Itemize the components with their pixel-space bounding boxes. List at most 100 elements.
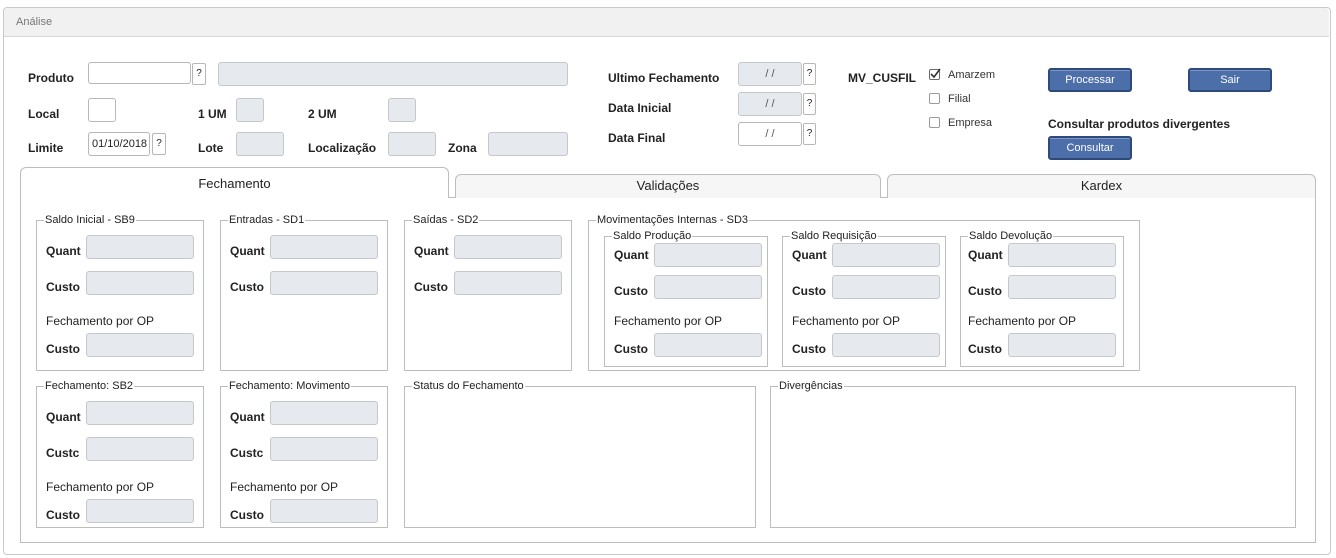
custo-label: Custo <box>46 342 80 356</box>
produto-description-field <box>218 62 568 86</box>
saidas-legend: Saídas - SD2 <box>412 214 480 226</box>
empresa-checkbox[interactable] <box>929 117 940 128</box>
fechamento-op-label: Fechamento por OP <box>968 314 1077 328</box>
um2-label: 2 UM <box>308 107 337 121</box>
um1-field <box>236 98 264 122</box>
tab-kardex[interactable]: Kardex <box>887 174 1316 198</box>
status-fechamento-legend: Status do Fechamento <box>412 380 525 392</box>
saldo-producao-custo-field <box>654 275 762 299</box>
data-final-lookup-button[interactable]: ? <box>803 123 816 145</box>
entradas-legend: Entradas - SD1 <box>228 214 306 226</box>
zona-label: Zona <box>448 141 477 155</box>
fechamento-op-label: Fechamento por OP <box>614 314 723 328</box>
saldo-requisicao-custo-op-field <box>832 333 940 357</box>
entradas-quant-field <box>270 235 378 259</box>
ultimo-fechamento-label: Ultimo Fechamento <box>608 71 720 85</box>
produto-input[interactable] <box>88 62 191 84</box>
saldo-devolucao-custo-field <box>1008 275 1116 299</box>
window-titlebar <box>4 8 1329 37</box>
custo-label: Custo <box>230 508 264 522</box>
processar-button[interactable]: Processar <box>1048 68 1132 92</box>
fechamento-movimento-quant-field <box>270 401 378 425</box>
window-title: Análise <box>16 16 53 28</box>
saldo-producao-legend: Saldo Produção <box>612 230 693 242</box>
quant-label: Quant <box>414 244 449 258</box>
saldo-producao-quant-field <box>654 243 762 267</box>
custo-label: Custo <box>614 284 648 298</box>
saldo-devolucao-custo-op-field <box>1008 333 1116 357</box>
sair-button[interactable]: Sair <box>1188 68 1272 92</box>
quant-label: Quant <box>230 410 265 424</box>
lote-label: Lote <box>198 141 224 155</box>
fechamento-sb2-legend: Fechamento: SB2 <box>44 380 135 392</box>
entradas-custo-field <box>270 271 378 295</box>
filial-checkbox[interactable] <box>929 93 940 104</box>
quant-label: Quant <box>968 248 1003 262</box>
consultar-heading: Consultar produtos divergentes <box>1048 117 1231 131</box>
custo-label-clipped: Custc <box>46 446 80 460</box>
data-final-input[interactable]: / / <box>738 122 802 146</box>
fechamento-movimento-custo-field <box>270 437 378 461</box>
saldo-requisicao-legend: Saldo Requisição <box>790 230 878 242</box>
custo-label: Custo <box>230 280 264 294</box>
produto-lookup-button[interactable]: ? <box>192 63 206 85</box>
mov-internas-legend: Movimentações Internas - SD3 <box>596 214 750 226</box>
localizacao-label: Localização <box>308 141 377 155</box>
status-fechamento-box[interactable] <box>404 386 756 528</box>
saldo-inicial-custo-field <box>86 271 194 295</box>
saidas-custo-field <box>454 271 562 295</box>
saldo-devolucao-quant-field <box>1008 243 1116 267</box>
fechamento-op-label: Fechamento por OP <box>230 480 339 494</box>
quant-label: Quant <box>46 244 81 258</box>
checkmark-icon <box>930 68 941 79</box>
um1-label: 1 UM <box>198 107 227 121</box>
quant-label: Quant <box>792 248 827 262</box>
tab-fechamento[interactable]: Fechamento <box>20 167 449 198</box>
limite-lookup-button[interactable]: ? <box>152 133 166 155</box>
data-inicial-lookup-button[interactable]: ? <box>803 93 816 115</box>
quant-label: Quant <box>614 248 649 262</box>
quant-label: Quant <box>230 244 265 258</box>
fechamento-sb2-quant-field <box>86 401 194 425</box>
fechamento-op-label: Fechamento por OP <box>46 480 155 494</box>
data-inicial-label: Data Inicial <box>608 101 672 115</box>
mv-cusfil-label: MV_CUSFIL <box>848 71 917 85</box>
amarzem-checkbox[interactable] <box>929 68 941 80</box>
um2-field <box>388 98 416 122</box>
data-final-label: Data Final <box>608 131 666 145</box>
custo-label: Custo <box>414 280 448 294</box>
custo-label-clipped: Custc <box>230 446 264 460</box>
consultar-button[interactable]: Consultar <box>1048 136 1132 160</box>
local-label: Local <box>28 107 60 121</box>
custo-label: Custo <box>792 284 826 298</box>
custo-label: Custo <box>792 342 826 356</box>
ultimo-fechamento-field: / / <box>738 62 802 86</box>
custo-label: Custo <box>614 342 648 356</box>
fechamento-sb2-custo-field <box>86 437 194 461</box>
saldo-inicial-custo-op-field <box>86 333 194 357</box>
saldo-devolucao-legend: Saldo Devolução <box>968 230 1054 242</box>
divergencias-legend: Divergências <box>778 380 844 392</box>
saldo-inicial-legend: Saldo Inicial - SB9 <box>44 214 136 226</box>
divergencias-box[interactable] <box>770 386 1296 528</box>
fechamento-op-label: Fechamento por OP <box>46 314 155 328</box>
saldo-requisicao-quant-field <box>832 243 940 267</box>
saldo-producao-custo-op-field <box>654 333 762 357</box>
fechamento-op-label: Fechamento por OP <box>792 314 901 328</box>
saidas-quant-field <box>454 235 562 259</box>
ultimo-fechamento-lookup-button[interactable]: ? <box>803 63 816 85</box>
fechamento-sb2-custo-op-field <box>86 499 194 523</box>
fechamento-movimento-legend: Fechamento: Movimento <box>228 380 352 392</box>
tab-validacoes[interactable]: Validações <box>455 174 881 198</box>
custo-label: Custo <box>46 508 80 522</box>
produto-label: Produto <box>28 71 74 85</box>
limite-date-input[interactable]: 01/10/2018 <box>88 132 150 156</box>
amarzem-label: Amarzem <box>948 69 996 81</box>
custo-label: Custo <box>968 284 1002 298</box>
local-input[interactable] <box>88 98 116 122</box>
empresa-label: Empresa <box>948 117 993 129</box>
limite-label: Limite <box>28 141 64 155</box>
custo-label: Custo <box>46 280 80 294</box>
fechamento-movimento-custo-op-field <box>270 499 378 523</box>
quant-label: Quant <box>46 410 81 424</box>
